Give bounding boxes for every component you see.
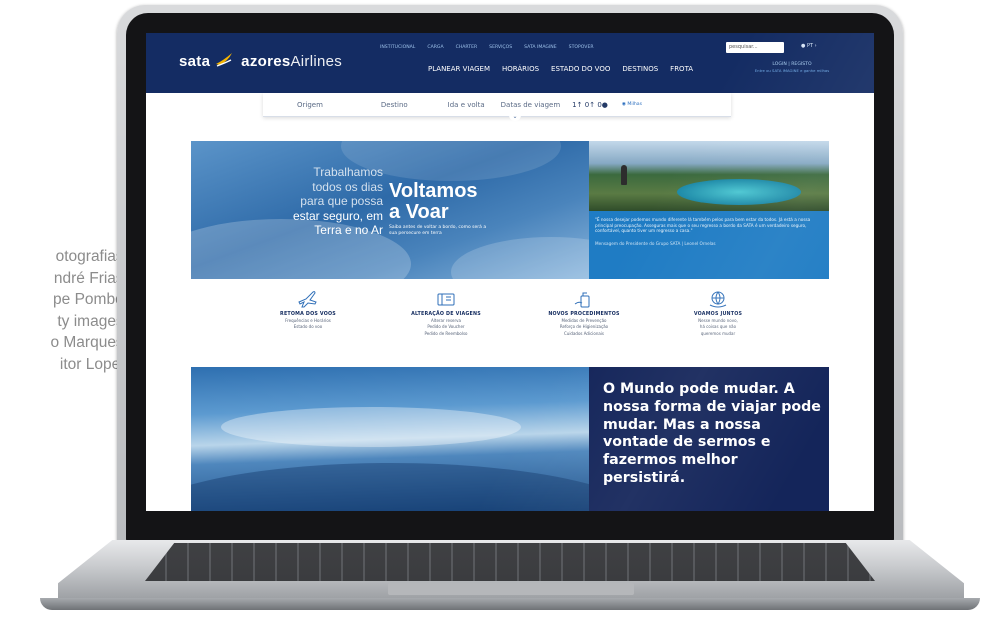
nav-planear-viagem[interactable]: PLANEAR VIAGEM <box>428 65 490 73</box>
ticket-icon <box>437 293 455 306</box>
hero-message-panel: "É nossa desejar podemos mundo diferente… <box>589 141 829 279</box>
top-link-institucional[interactable]: INSTITUCIONAL <box>380 45 415 50</box>
president-caption-link[interactable]: Mensagem do Presidente do Grupo SATA | L… <box>595 241 823 246</box>
miles-label: Milhas <box>627 102 642 107</box>
top-link-sata-imagine[interactable]: SATA IMAGINE <box>524 45 556 50</box>
photo-credits: otografias: ndré Frias; pe Pombo; ty ima… <box>0 246 128 376</box>
president-quote: "É nossa desejar podemos mundo diferente… <box>595 217 811 234</box>
top-link-charter[interactable]: CHARTER <box>456 45 478 50</box>
closing-banner: O Mundo pode mudar. A nossa forma de via… <box>191 367 829 511</box>
search-icon[interactable]: ⚲ <box>774 43 779 51</box>
tile-text: queremos mudar <box>700 330 736 336</box>
nav-estado-do-voo[interactable]: ESTADO DO VOO <box>551 65 610 73</box>
feature-tiles: RETOMA DOS VOOS Frequências e Horários E… <box>191 289 829 361</box>
nav-horarios[interactable]: HORÁRIOS <box>502 65 539 73</box>
nav-frota[interactable]: FROTA <box>670 65 693 73</box>
adult-icon: ↑ <box>576 100 583 109</box>
logo-sata: sata <box>179 53 211 70</box>
tile-voamos-juntos[interactable]: VOAMOS JUNTOS Nesse mundo novo, há coisa… <box>653 289 783 336</box>
lagoon-shape <box>677 179 801 205</box>
trip-type-select[interactable]: Ida e volta <box>448 101 485 109</box>
laptop-photo: otografias: ndré Frias; pe Pombo; ty ima… <box>0 0 1006 621</box>
hero-line: estar seguro, em <box>292 208 383 223</box>
aerial-view-image <box>191 367 589 511</box>
origin-field[interactable]: Origem <box>297 101 323 109</box>
tile-title: VOAMOS JUNTOS <box>693 312 743 317</box>
login-link[interactable]: LOGIN | REGISTO Entre ou SATA IMAGINE e … <box>751 62 833 74</box>
miles-option[interactable]: ◉ Milhas <box>622 102 642 107</box>
tile-title: ALTERAÇÃO DE VIAGENS <box>411 312 481 317</box>
lagoon-photo <box>589 141 829 211</box>
tile-link[interactable]: Cuidados Adicionais <box>519 331 649 336</box>
dates-field[interactable]: Datas de viagem <box>501 101 561 109</box>
main-nav: PLANEAR VIAGEM HORÁRIOS ESTADO DO VOO DE… <box>428 65 693 73</box>
tile-link[interactable]: Pedido de Voucher <box>381 324 511 329</box>
hero-line: todos os dias <box>312 179 383 194</box>
tile-link[interactable]: Estado do voo <box>243 324 373 329</box>
login-sub-label: Entre ou SATA IMAGINE e ganhe milhas <box>754 68 830 73</box>
tile-alteracao-de-viagens[interactable]: ALTERAÇÃO DE VIAGENS Alterar reserva Ped… <box>381 289 511 336</box>
logo-airlines: Airlines <box>290 53 343 70</box>
laptop-keyboard <box>145 543 875 581</box>
hero-line: Trabalhamos <box>313 165 383 179</box>
nav-destinos[interactable]: DESTINOS <box>622 65 658 73</box>
credit-line: ndré Frias; <box>53 269 128 287</box>
plane-icon <box>298 291 317 308</box>
tile-text: há coisas que não <box>699 324 737 330</box>
tile-link[interactable]: Frequências e Horários <box>243 318 373 323</box>
chevron-down-icon[interactable]: ⌄ <box>509 113 521 121</box>
tile-text: Nesse mundo novo, <box>698 318 738 323</box>
top-links: INSTITUCIONAL CARGA CHARTER SERVIÇOS SAT… <box>380 45 594 50</box>
language-selector[interactable]: ● PT › <box>801 43 817 49</box>
top-link-stopover[interactable]: STOPOVER <box>569 45 594 50</box>
cloud-shape <box>221 407 521 447</box>
closing-quote-panel: O Mundo pode mudar. A nossa forma de via… <box>589 367 829 511</box>
wing-shape <box>191 463 589 511</box>
hero-subtitle-link[interactable]: Saiba antes de voltar a bordo, como será… <box>389 225 489 237</box>
logo-azores: azores <box>241 53 291 70</box>
credit-line: o Marques; <box>50 334 128 352</box>
top-link-carga[interactable]: CARGA <box>427 45 443 50</box>
booking-bar: Origem Destino Ida e volta Datas de viag… <box>263 93 731 117</box>
hero-banner: Trabalhamos todos os dias para que possa… <box>191 141 829 279</box>
hero-line: Terra e no Ar <box>314 223 383 237</box>
hero-sky-image[interactable]: Trabalhamos todos os dias para que possa… <box>191 141 589 279</box>
tile-link[interactable]: Pedido de Reembolso <box>381 331 511 336</box>
laptop-screen: sata azoresAirlines INSTITUCIONAL CARGA … <box>146 33 874 511</box>
tile-link[interactable]: Reforço de Higienização <box>519 324 649 329</box>
hero-title: Voltamos a Voar <box>389 181 478 223</box>
hero-title-line: a Voar <box>389 201 449 223</box>
tile-title: NOVOS PROCEDIMENTOS <box>548 312 620 317</box>
tile-title: RETOMA DOS VOOS <box>280 312 336 317</box>
tile-link[interactable]: Alterar reserva <box>381 318 511 323</box>
cloud-shape <box>451 237 589 279</box>
infant-icon: ● <box>601 100 608 109</box>
credit-line: otografias: <box>55 248 128 265</box>
logo-bird-icon <box>216 53 232 67</box>
credit-line: pe Pombo; <box>53 291 128 309</box>
laptop-trackpad <box>388 583 634 595</box>
hero-title-line: Voltamos <box>389 180 478 202</box>
credit-line: itor Lopes <box>59 355 128 373</box>
top-link-servicos[interactable]: SERVIÇOS <box>489 45 512 50</box>
site-header: sata azoresAirlines INSTITUCIONAL CARGA … <box>146 33 874 93</box>
hero-lines: Trabalhamos todos os dias para que possa… <box>287 165 383 238</box>
tile-link[interactable]: Medidas de Prevenção <box>519 318 649 323</box>
hiker-silhouette <box>621 165 627 185</box>
tile-novos-procedimentos[interactable]: NOVOS PROCEDIMENTOS Medidas de Prevenção… <box>519 289 649 336</box>
closing-quote: O Mundo pode mudar. A nossa forma de via… <box>603 381 821 486</box>
site-logo[interactable]: sata azoresAirlines <box>179 53 342 70</box>
destination-field[interactable]: Destino <box>381 101 408 109</box>
globe-hands-icon <box>709 291 727 308</box>
language-label: PT <box>806 43 814 49</box>
child-icon: ↑ <box>589 100 596 109</box>
credit-line: ty images; <box>57 312 128 330</box>
hero-line: para que possa <box>300 194 383 208</box>
tile-retoma-dos-voos[interactable]: RETOMA DOS VOOS Frequências e Horários E… <box>243 289 373 330</box>
hand-sanitizer-icon <box>574 292 590 308</box>
laptop-base-edge <box>40 598 980 610</box>
passengers-selector[interactable]: 1↑ 0↑ 0● <box>572 101 608 109</box>
